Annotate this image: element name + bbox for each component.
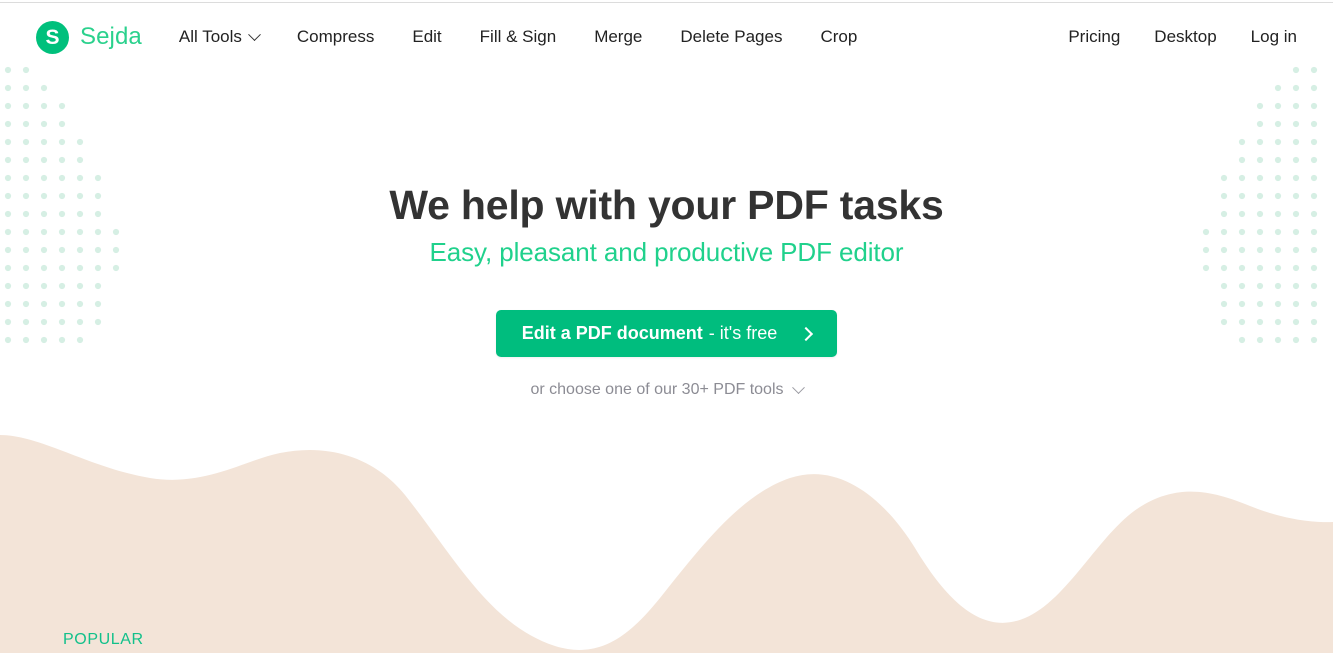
nav-item-label: All Tools [178, 27, 242, 46]
edit-pdf-button[interactable]: Edit a PDF document - it's free [495, 310, 838, 357]
nav-item-crop[interactable]: Crop [801, 27, 876, 47]
nav-item-compress[interactable]: Compress [278, 27, 393, 47]
nav-item-pricing[interactable]: Pricing [1051, 27, 1137, 47]
section-label-popular: POPULAR [63, 631, 144, 648]
cta-secondary-label: - it's free [708, 323, 778, 343]
chevron-right-icon [799, 326, 814, 341]
primary-nav: All Tools Compress Edit Fill & Sign Merg… [179, 27, 876, 47]
browser-chrome-edge [0, 0, 1333, 3]
nav-item-all-tools[interactable]: All Tools [179, 27, 278, 47]
browse-all-tools-link[interactable]: or choose one of our 30+ PDF tools [530, 380, 805, 399]
page-title: We help with your PDF tasks [389, 182, 944, 228]
hero-section: We help with your PDF tasks Easy, pleasa… [0, 70, 1333, 399]
cta-container: Edit a PDF document - it's free [0, 310, 1333, 357]
sejda-logo-icon: S [36, 20, 69, 54]
nav-item-desktop[interactable]: Desktop [1137, 27, 1233, 47]
page-subtitle: Easy, pleasant and productive PDF editor [429, 237, 904, 267]
chevron-down-icon [248, 27, 261, 41]
wave-divider [0, 435, 1333, 653]
nav-item-merge[interactable]: Merge [575, 27, 661, 47]
tools-link-row: or choose one of our 30+ PDF tools [0, 357, 1333, 399]
brand-name: Sejda [80, 23, 142, 50]
secondary-nav: Pricing Desktop Log in [1051, 27, 1297, 47]
nav-item-delete-pages[interactable]: Delete Pages [661, 27, 801, 47]
wave-path [0, 435, 1333, 653]
nav-item-fill-and-sign[interactable]: Fill & Sign [461, 27, 576, 47]
site-header: S Sejda All Tools Compress Edit Fill & S… [0, 4, 1333, 70]
cta-primary-label: Edit a PDF document [521, 323, 703, 343]
chevron-down-icon [791, 380, 805, 394]
brand-logo[interactable]: S Sejda [36, 20, 142, 54]
nav-item-edit[interactable]: Edit [393, 27, 460, 47]
nav-item-login[interactable]: Log in [1234, 27, 1297, 47]
tools-link-label: or choose one of our 30+ PDF tools [530, 381, 784, 398]
